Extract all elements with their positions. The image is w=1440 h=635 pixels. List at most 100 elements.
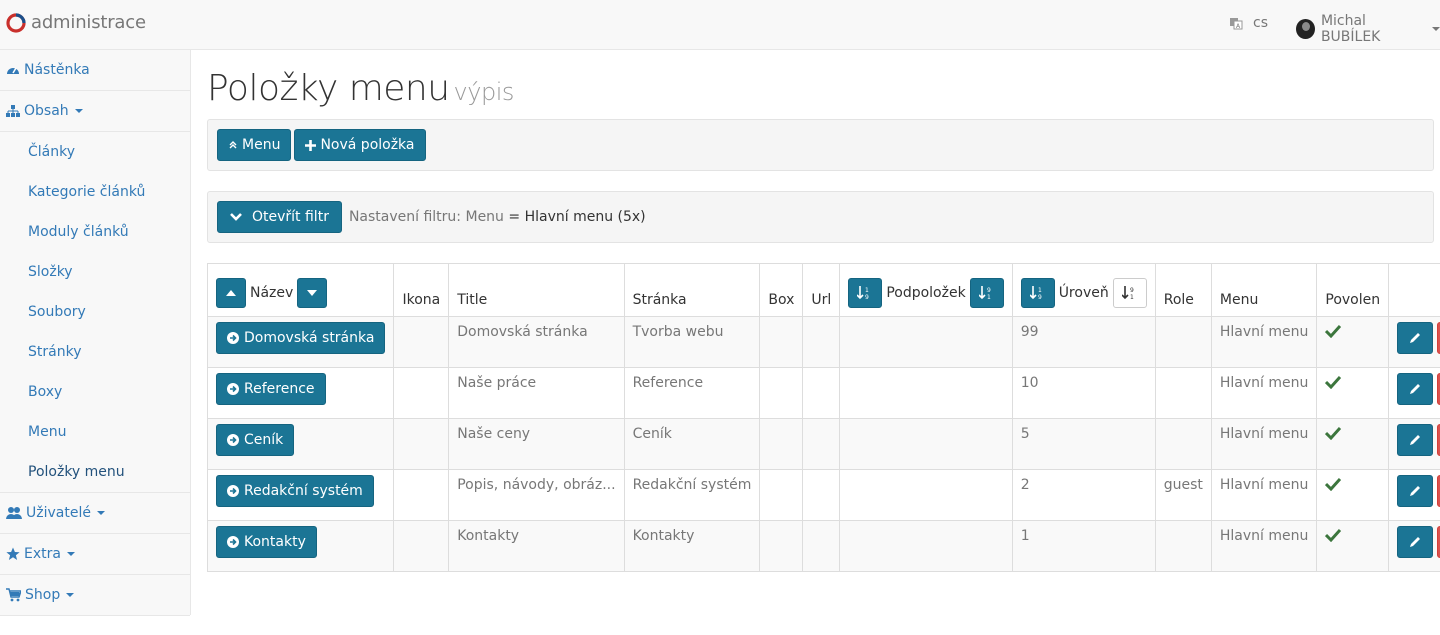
brand-link[interactable]: administrace (6, 12, 146, 33)
sort-name-desc-button[interactable] (297, 278, 328, 308)
dashboard-icon (6, 63, 20, 77)
edit-button[interactable] (1397, 424, 1434, 456)
edit-button[interactable] (1397, 526, 1434, 558)
menu-item-name: Ceník (244, 432, 284, 448)
col-enabled: Povolen (1316, 263, 1390, 317)
cell-level: 99 (1011, 316, 1156, 368)
edit-button[interactable] (1397, 475, 1434, 507)
sort-subitems-asc-button[interactable]: 19 (848, 278, 883, 308)
menu-item-link-button[interactable]: Redakční systém (216, 475, 374, 507)
cell-title: Naše práce (448, 367, 625, 419)
cell-level: 10 (1011, 367, 1156, 419)
cell-page: Redakční systém (623, 469, 761, 521)
menu-item-name: Redakční systém (244, 483, 363, 499)
open-filter-button[interactable]: Otevřít filtr (217, 201, 342, 233)
sidebar-item-files[interactable]: Soubory (0, 292, 190, 332)
sort-level-desc-button[interactable]: 91 (1112, 278, 1147, 308)
col-subitems-label: Podpoložek (886, 285, 966, 301)
col-title: Title (448, 263, 625, 317)
back-to-menu-button[interactable]: Menu (217, 129, 292, 161)
menu-item-link-button[interactable]: Domovská stránka (216, 322, 386, 354)
chevron-down-icon (1432, 27, 1440, 31)
chevron-down-icon (96, 511, 105, 515)
filter-operator: = (508, 209, 521, 225)
cell-url (802, 316, 841, 368)
svg-text:1: 1 (865, 287, 869, 294)
sidebar-item-label: Obsah (24, 103, 69, 119)
edit-button[interactable] (1397, 373, 1434, 405)
filter-bar: Otevřít filtr Nastavení filtru: Menu = H… (207, 191, 1434, 243)
cell-menu: Hlavní menu (1210, 418, 1318, 470)
cell-role (1154, 418, 1212, 470)
cell-subitems (839, 367, 1013, 419)
sidebar-item-articles[interactable]: Články (0, 132, 190, 172)
filter-value: Hlavní menu (5x) (524, 209, 646, 225)
sidebar-item-content[interactable]: Obsah (0, 91, 190, 132)
check-icon (1325, 324, 1380, 338)
col-subitems: 19 Podpoložek 91 (839, 263, 1013, 317)
cell-name: Ceník (206, 418, 395, 470)
cell-subitems (839, 469, 1013, 521)
cell-name: Domovská stránka (206, 316, 395, 368)
menu-item-link-button[interactable]: Reference (216, 373, 326, 405)
sidebar-item-article-categories[interactable]: Kategorie článků (0, 172, 190, 212)
cell-actions (1388, 469, 1440, 521)
sidebar-item-folders[interactable]: Složky (0, 252, 190, 292)
col-page: Stránka (623, 263, 761, 317)
sort-name-asc-button[interactable] (216, 278, 246, 308)
sidebar-item-extra[interactable]: Extra (0, 534, 190, 575)
edit-button[interactable] (1397, 322, 1434, 354)
user-menu[interactable]: Michal BUBÍLEK (1296, 13, 1440, 45)
toolbar: Menu Nová položka (207, 119, 1434, 171)
sidebar-item-pages[interactable]: Stránky (0, 332, 190, 372)
svg-text:9: 9 (1038, 294, 1042, 300)
svg-text:1: 1 (1038, 287, 1042, 294)
cell-level: 1 (1011, 520, 1156, 572)
avatar (1296, 19, 1315, 39)
table-row: Reference Naše práce Reference 10 Hlavní… (206, 367, 1440, 419)
filter-summary: Nastavení filtru: Menu = Hlavní menu (5x… (349, 209, 646, 225)
col-level-label: Úroveň (1058, 285, 1109, 301)
sitemap-icon (6, 104, 20, 118)
menu-item-link-button[interactable]: Kontakty (216, 526, 317, 558)
chevron-down-icon (66, 552, 75, 556)
col-actions (1388, 263, 1440, 317)
cell-actions (1388, 418, 1440, 470)
cell-level: 2 (1011, 469, 1156, 521)
cell-box (759, 316, 804, 368)
sidebar-item-menu-items[interactable]: Položky menu (0, 452, 190, 492)
new-item-label: Nová položka (320, 137, 415, 153)
caret-up-icon (226, 290, 236, 296)
svg-text:9: 9 (987, 287, 991, 294)
sort-subitems-desc-button[interactable]: 91 (969, 278, 1004, 308)
sidebar-item-users[interactable]: Uživatelé (0, 493, 190, 534)
sidebar-item-shop[interactable]: Shop (0, 575, 190, 616)
page-title-text: Položky menu (207, 68, 450, 109)
sidebar-item-boxes[interactable]: Boxy (0, 372, 190, 412)
sidebar-item-menu[interactable]: Menu (0, 412, 190, 452)
cell-title: Domovská stránka (448, 316, 625, 368)
menu-item-name: Domovská stránka (244, 330, 375, 346)
caret-down-icon (307, 290, 318, 296)
col-name: Název (206, 263, 395, 317)
sidebar-item-label: Shop (25, 587, 61, 603)
svg-text:9: 9 (865, 294, 869, 300)
main-content: Položky menu výpis Menu Nová položka Otev… (192, 50, 1440, 635)
check-icon (1325, 477, 1380, 491)
sidebar-item-dashboard[interactable]: Nástěnka (0, 50, 190, 91)
sidebar-item-article-modules[interactable]: Moduly článků (0, 212, 190, 252)
page-subtitle: výpis (453, 78, 515, 106)
sidebar-item-label: Extra (24, 546, 61, 562)
circle-arrow-right-icon (227, 383, 239, 395)
language-switch[interactable]: A cs (1229, 15, 1268, 31)
table-row: Ceník Naše ceny Ceník 5 Hlavní menu (206, 418, 1440, 470)
sort-level-asc-button[interactable]: 19 (1020, 278, 1055, 308)
col-url: Url (802, 263, 841, 317)
filter-settings-label: Nastavení filtru: (348, 209, 462, 225)
menu-item-link-button[interactable]: Ceník (216, 424, 295, 456)
check-icon (1325, 528, 1380, 542)
cell-actions (1388, 367, 1440, 419)
cell-role: guest (1154, 469, 1212, 521)
new-item-button[interactable]: Nová položka (294, 129, 426, 161)
col-box: Box (759, 263, 804, 317)
